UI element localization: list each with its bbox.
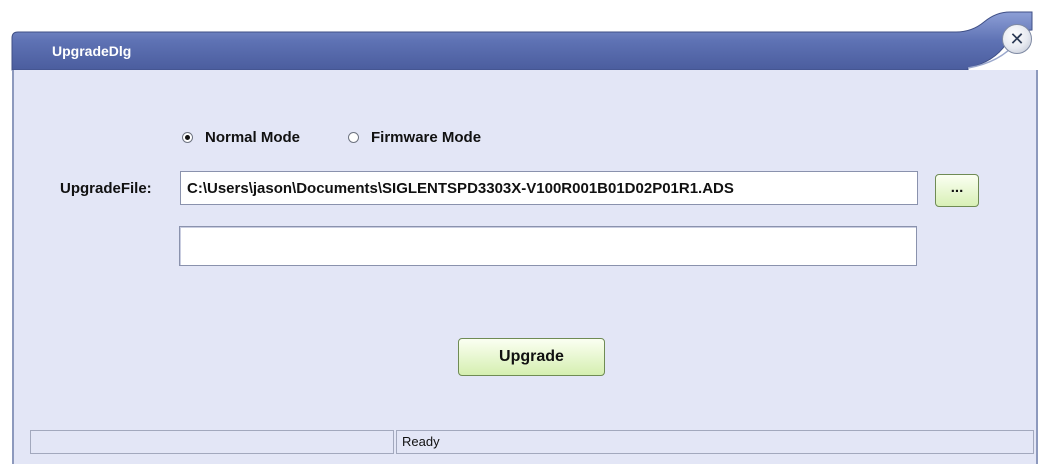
window-title: UpgradeDlg (52, 43, 132, 59)
mode-radio-group: Normal Mode Firmware Mode (182, 127, 529, 147)
radio-firmware-mode[interactable]: Firmware Mode (348, 129, 481, 146)
browse-button[interactable]: ... (935, 174, 979, 207)
firmware-mode-label: Firmware Mode (371, 128, 482, 146)
upgrade-progress-bar (179, 226, 917, 266)
normal-mode-label: Normal Mode (205, 128, 301, 146)
status-bar: Ready (30, 430, 1034, 454)
upgrade-button[interactable]: Upgrade (458, 338, 605, 376)
upgrade-file-path-input[interactable] (180, 171, 918, 205)
radio-normal-mode[interactable]: Normal Mode (182, 129, 300, 146)
status-pane-left (30, 430, 394, 454)
upgrade-file-label: UpgradeFile: (60, 180, 152, 197)
radio-button-normal[interactable] (182, 131, 193, 143)
status-pane-ready: Ready (396, 430, 1034, 454)
close-x-icon: ✕ (1009, 28, 1025, 49)
radio-selected-dot (185, 134, 190, 140)
radio-button-firmware[interactable] (348, 131, 360, 143)
close-button[interactable]: ✕ (1002, 24, 1032, 54)
